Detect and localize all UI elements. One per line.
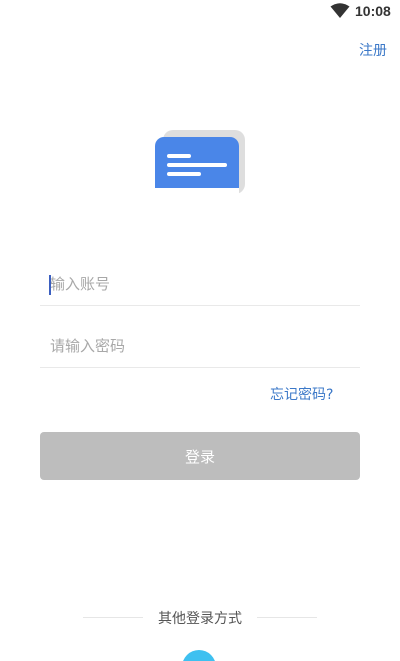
status-time: 10:08 — [355, 3, 391, 19]
text-caret — [49, 275, 51, 295]
other-login-divider: 其他登录方式 — [0, 606, 400, 628]
account-input[interactable] — [40, 262, 360, 306]
app-logo — [153, 130, 245, 198]
wifi-icon — [330, 3, 350, 18]
account-field — [40, 262, 360, 306]
forgot-password-link[interactable]: 忘记密码? — [270, 384, 333, 404]
status-bar: 10:08 — [0, 0, 400, 24]
social-login-icon[interactable] — [182, 650, 216, 661]
login-screen: 10:08 注册 忘记密码? 登录 其他登录方式 — [0, 0, 400, 661]
account-underline — [40, 305, 360, 306]
password-field — [40, 324, 360, 368]
login-button[interactable]: 登录 — [40, 432, 360, 480]
register-link[interactable]: 注册 — [359, 40, 387, 60]
other-login-title: 其他登录方式 — [158, 611, 242, 627]
password-underline — [40, 367, 360, 368]
password-input[interactable] — [40, 324, 360, 368]
divider-line-right — [257, 617, 317, 618]
